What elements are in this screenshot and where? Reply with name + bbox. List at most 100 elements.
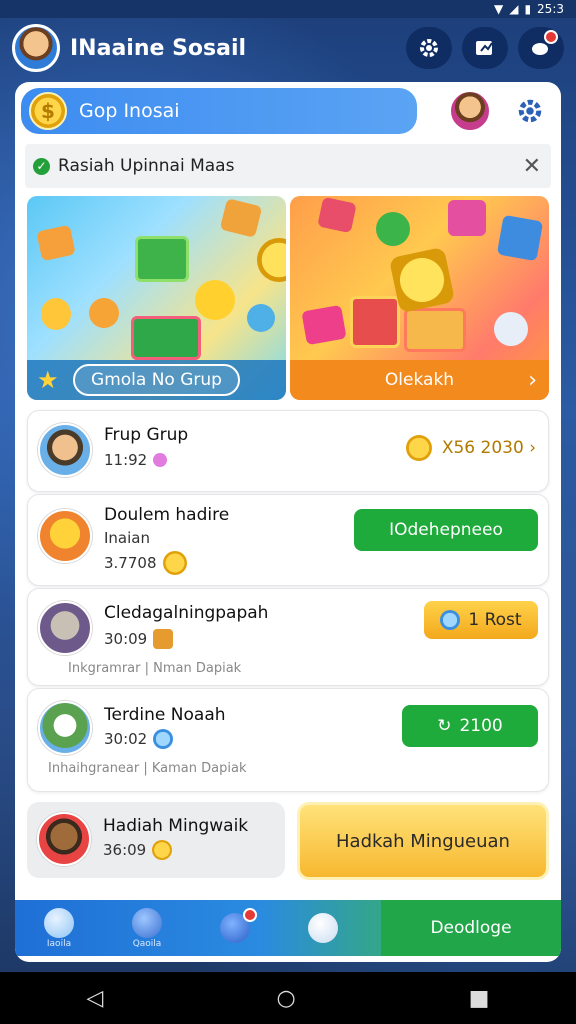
profile-avatar[interactable]: [12, 24, 60, 72]
action-button[interactable]: 1 Rost: [424, 601, 538, 639]
weekly-meta: 36:09: [103, 840, 173, 860]
panel-title: Gop Inosai: [79, 100, 180, 122]
gift-icon: [131, 316, 201, 360]
character-icon: [89, 298, 119, 328]
recents-icon[interactable]: ■: [469, 986, 490, 1011]
coin-icon: [152, 840, 173, 860]
banners: ★ Gmola No Grup Olekakh ›: [27, 196, 549, 400]
item-time: 11:92: [104, 451, 148, 469]
battery-icon: ▮: [524, 2, 532, 16]
list-item[interactable]: Frup Grup 11:92 X56 2030 ›: [27, 410, 549, 492]
bubble-icon: [44, 907, 74, 938]
character-icon: [195, 280, 235, 320]
nav-item-friends[interactable]: Qaoila: [103, 900, 191, 956]
heart-icon: [153, 453, 168, 467]
item-subtitle-text: Inaian: [104, 529, 150, 547]
share-button[interactable]: [462, 27, 508, 69]
character-icon: [132, 907, 162, 938]
item-footer: Inhaihgranear | Kaman Dapiak: [48, 761, 247, 776]
banner-right-footer: Olekakh ›: [290, 360, 549, 400]
share-image-icon: [476, 41, 493, 55]
check-icon: ✓: [33, 157, 50, 175]
panel-gear-icon[interactable]: [515, 96, 545, 126]
weekly-reward-button[interactable]: Hadkah Mingueuan: [297, 802, 549, 880]
nav-item-group[interactable]: [191, 900, 279, 956]
item-name: Frup Grup: [104, 425, 189, 445]
item-subtitle: Inaian: [104, 529, 150, 547]
coin-icon: [405, 435, 432, 461]
wifi-icon: ◢: [509, 2, 519, 16]
close-icon[interactable]: ✕: [523, 154, 541, 179]
gift-icon: [317, 196, 357, 234]
counter-value: X56 2030 ›: [441, 438, 536, 458]
gift-icon: [376, 212, 410, 246]
item-time: 3.7708: [104, 554, 157, 572]
item-meta: 3.7708: [104, 551, 187, 575]
coin-icon: $: [29, 92, 67, 130]
action-button[interactable]: ↻ 2100: [402, 705, 538, 747]
settings-button[interactable]: [406, 27, 452, 69]
nav-item-home[interactable]: Iaoila: [15, 900, 103, 956]
character-icon: [247, 304, 275, 332]
gear-icon: [420, 39, 438, 57]
list-item[interactable]: Doulem hadire Inaian 3.7708 IOdehepneeo: [27, 494, 549, 586]
item-time: 30:02: [104, 730, 148, 748]
box-icon: [496, 214, 544, 262]
coin-stack-icon: [153, 629, 174, 649]
coin-icon: [257, 238, 286, 282]
notification-badge: [544, 30, 558, 44]
item-meta: 30:02: [104, 729, 174, 749]
character-icon: [494, 312, 528, 346]
item-meta: 30:09: [104, 629, 174, 649]
weekly-rewards: Hadiah Mingwaik 36:09 Hadkah Mingueuan: [27, 802, 549, 880]
panel-header[interactable]: $ Gop Inosai: [21, 88, 417, 134]
coin-counter[interactable]: X56 2030 ›: [405, 435, 536, 461]
item-footer: Inkgramrar | Nman Dapiak: [68, 661, 242, 676]
avatar: [37, 812, 91, 866]
system-nav-bar: ◁ ○ ■: [0, 972, 576, 1024]
gem-icon: [153, 729, 174, 749]
gift-icon: [135, 236, 189, 282]
item-meta: 11:92: [104, 451, 168, 469]
item-name: Doulem hadire: [104, 505, 230, 525]
coin-icon: [388, 246, 456, 314]
status-bar: ▼ ◢ ▮ 25:3: [0, 0, 576, 18]
banner-right[interactable]: Olekakh ›: [290, 196, 549, 400]
list-item[interactable]: Cledagalningpapah 30:09 Inkgramrar | Nma…: [27, 588, 549, 686]
gift-icon: [350, 296, 400, 348]
status-time: 25:3: [537, 2, 564, 16]
app-title: INaaine Sosail: [70, 35, 247, 61]
main-panel: $ Gop Inosai ✓ Rasiah Upinnai Maas ✕ ★ G…: [15, 82, 561, 962]
top-bar: INaaine Sosail: [0, 18, 576, 78]
nav-item-chat[interactable]: [279, 900, 367, 956]
banner-right-label[interactable]: Olekakh: [385, 370, 454, 390]
home-icon[interactable]: ○: [276, 986, 295, 1011]
weekly-time: 36:09: [103, 841, 147, 859]
back-icon[interactable]: ◁: [87, 986, 104, 1011]
ghost-icon: [308, 913, 338, 943]
gift-box-icon: [36, 224, 76, 262]
download-button[interactable]: Deodloge: [381, 900, 561, 956]
weekly-reward-card[interactable]: Hadiah Mingwaik 36:09: [27, 802, 285, 878]
action-button[interactable]: IOdehepneeo: [354, 509, 538, 551]
banner-left[interactable]: ★ Gmola No Grup: [27, 196, 286, 400]
gift-icon: [301, 304, 347, 346]
action-label: 2100: [459, 716, 503, 736]
join-group-button[interactable]: Gmola No Grup: [73, 364, 240, 396]
item-time: 30:09: [104, 630, 148, 648]
avatar: [38, 701, 92, 755]
list-item[interactable]: Terdine Noaah 30:02 Inhaihgranear | Kama…: [27, 688, 549, 792]
chevron-right-icon: ›: [528, 367, 537, 393]
nav-label: Qaoila: [132, 938, 162, 949]
gift-box-icon: [219, 198, 263, 238]
friend-avatar[interactable]: [449, 90, 491, 132]
notification-badge: [243, 908, 257, 922]
avatar: [38, 601, 92, 655]
nav-label: Iaoila: [46, 938, 72, 949]
item-name: Cledagalningpapah: [104, 603, 269, 623]
notifications-button[interactable]: [518, 27, 564, 69]
action-label: 1 Rost: [468, 610, 522, 630]
character-icon: [41, 298, 71, 330]
avatar: [38, 423, 92, 477]
bottom-nav: Iaoila Qaoila Deodloge: [15, 900, 561, 956]
